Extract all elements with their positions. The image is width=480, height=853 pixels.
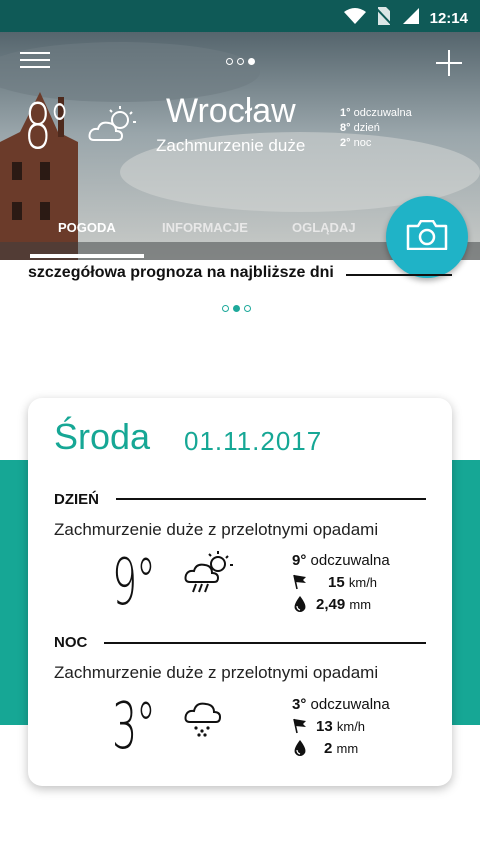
pager-dot-active[interactable] <box>233 305 240 312</box>
feels-like-label: odczuwalna <box>353 107 412 119</box>
night-description: Zachmurzenie duże z przelotnymi opadami <box>54 663 379 682</box>
pager-dot[interactable] <box>222 305 229 312</box>
forecast-subtitle: szczegółowa prognoza na najbliższe dni <box>28 264 334 281</box>
night-temp-label: noc <box>353 137 372 149</box>
night-rain-value: 2 <box>324 740 333 757</box>
wifi-icon <box>343 7 366 29</box>
night-wind-unit: km/h <box>336 719 366 734</box>
location-pager[interactable] <box>226 58 255 65</box>
raindrop-icon <box>293 595 307 617</box>
cloud-sun-rain-icon <box>184 548 236 600</box>
signal-icon <box>402 7 420 29</box>
menu-icon[interactable] <box>20 52 50 72</box>
current-temperature: 8° <box>24 90 71 163</box>
day-wind-unit: km/h <box>348 575 378 590</box>
night-wind: 13 km/h <box>316 718 365 735</box>
tab-informacje[interactable]: INFORMACJE <box>162 220 248 235</box>
feels-like-value: 1° <box>340 107 351 119</box>
raindrop-icon <box>293 739 307 761</box>
night-feels-like: 3° odczuwalna <box>292 696 390 713</box>
add-location-icon[interactable] <box>436 50 462 80</box>
condition-text: Zachmurzenie duże <box>156 136 306 155</box>
no-sim-icon <box>374 6 393 30</box>
active-tab-indicator <box>30 254 144 258</box>
cloud-sun-icon <box>88 106 138 150</box>
day-section-divider <box>116 498 426 500</box>
night-rain-unit: mm <box>336 741 359 756</box>
day-temp-label: dzień <box>353 122 380 134</box>
clock: 12:14 <box>429 9 468 27</box>
wind-flag-icon <box>292 574 308 594</box>
night-temp-value: 2° <box>340 137 351 149</box>
pager-dot-active[interactable] <box>248 58 255 65</box>
cloud-rain-icon <box>184 698 228 742</box>
night-section-title: NOC <box>54 634 88 651</box>
tab-pogoda[interactable]: POGODA <box>58 220 116 235</box>
pager-dot[interactable] <box>226 58 233 65</box>
day-temperature: 9° <box>112 546 156 620</box>
pager-dot[interactable] <box>237 58 244 65</box>
subtitle-divider <box>346 274 452 276</box>
temperature-details: 1° odczuwalna 8° dzień 2° noc <box>340 106 412 151</box>
day-feels-value: 9° <box>292 552 307 569</box>
day-feels-like: 9° odczuwalna <box>292 552 390 569</box>
night-feels-value: 3° <box>292 696 307 713</box>
city-name: Wrocław <box>166 92 296 130</box>
day-feels-label: odczuwalna <box>310 552 390 569</box>
forecast-date: 01.11.2017 <box>184 426 323 456</box>
forecast-card[interactable]: Środa 01.11.2017 DZIEŃ Zachmurzenie duże… <box>28 398 452 786</box>
forecast-pager[interactable] <box>222 305 251 312</box>
pager-dot[interactable] <box>244 305 251 312</box>
night-feels-label: odczuwalna <box>310 696 390 713</box>
day-wind-value: 15 <box>328 574 345 591</box>
status-bar: 12:14 <box>0 0 480 32</box>
wind-flag-icon <box>292 718 308 738</box>
day-rain-value: 2,49 <box>316 596 346 613</box>
day-wind: 15 km/h <box>328 574 377 591</box>
day-section-title: DZIEŃ <box>54 491 99 508</box>
tab-ogladaj[interactable]: OGLĄDAJ <box>292 220 356 235</box>
day-temp-value: 8° <box>340 122 351 134</box>
night-wind-value: 13 <box>316 718 333 735</box>
day-rain-unit: mm <box>349 597 372 612</box>
day-precipitation: 2,49 mm <box>316 596 371 613</box>
day-description: Zachmurzenie duże z przelotnymi opadami <box>54 520 379 539</box>
night-section-divider <box>104 642 426 644</box>
night-temperature: 3° <box>112 690 156 764</box>
camera-button[interactable] <box>386 196 468 278</box>
camera-icon <box>406 219 448 254</box>
night-precipitation: 2 mm <box>324 740 358 757</box>
day-name: Środa <box>54 416 151 457</box>
